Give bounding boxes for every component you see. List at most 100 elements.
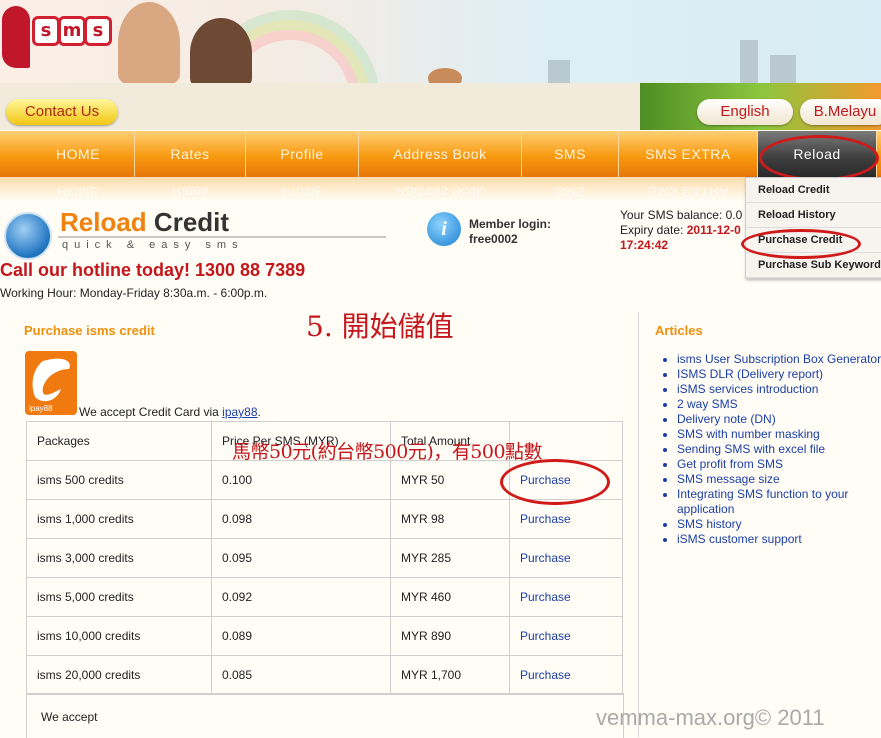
ipay-accept-text: We accept Credit Card via ipay88. — [79, 405, 261, 419]
nav-reflection-text: Profile — [282, 184, 322, 200]
nav-rates[interactable]: Rates — [135, 131, 246, 177]
package-cell: isms 10,000 credits — [26, 616, 212, 656]
reload-title-a: Reload — [60, 207, 147, 237]
annotation-step: 5. 開始儲值 — [306, 310, 454, 343]
purchase-heading: Purchase isms credit — [24, 323, 155, 338]
article-link[interactable]: Integrating SMS function to your applica… — [677, 487, 881, 517]
ipay88-logo: ipay88 — [25, 351, 77, 415]
nav-reflection-text: SMS — [554, 184, 586, 200]
total-cell: MYR 890 — [390, 616, 510, 656]
nav-reflection-text: HOME — [57, 184, 99, 200]
logo-letter: s — [32, 16, 60, 46]
article-link[interactable]: Sending SMS with excel file — [677, 442, 881, 457]
purchase-link[interactable]: Purchase — [509, 616, 623, 656]
nav-reflection-text: Rates — [171, 184, 209, 200]
purchase-link[interactable]: Purchase — [509, 499, 623, 539]
ipay88-logo-text: ipay88 — [29, 404, 53, 413]
building-decoration — [740, 40, 758, 84]
building-decoration — [770, 55, 796, 84]
annotation-circle-reload — [759, 135, 879, 181]
nav-sms[interactable]: SMS — [522, 131, 619, 177]
price-cell: 0.100 — [211, 460, 391, 500]
total-cell: MYR 285 — [390, 538, 510, 578]
site-header: s m s Contact Us English B.Melayu — [0, 0, 881, 130]
package-cell: isms 500 credits — [26, 460, 212, 500]
table-row: isms 3,000 credits 0.095 MYR 285 Purchas… — [26, 538, 623, 578]
menu-item-reload-credit[interactable]: Reload Credit — [746, 178, 881, 203]
contact-us-button[interactable]: Contact Us — [6, 99, 118, 125]
ipay-accept-label: We accept Credit Card via — [79, 405, 223, 419]
column-header: Packages — [26, 421, 212, 461]
total-cell: MYR 98 — [390, 499, 510, 539]
annotation-price-note: 馬幣50元(約台幣500元)，有500點數 — [232, 441, 543, 463]
package-cell: isms 5,000 credits — [26, 577, 212, 617]
nav-reflection-text: SMS EXTRA — [647, 184, 729, 200]
package-cell: isms 1,000 credits — [26, 499, 212, 539]
purchase-link[interactable]: Purchase — [509, 577, 623, 617]
articles-list: isms User Subscription Box Generator ISM… — [660, 352, 881, 547]
info-icon: i — [427, 212, 461, 246]
price-cell: 0.092 — [211, 577, 391, 617]
main-nav: HOME Rates Profile Address Book SMS SMS … — [0, 131, 881, 177]
sms-balance: Your SMS balance: 0.0 — [620, 208, 743, 222]
annotation-circle-purchase-credit — [741, 229, 861, 259]
menu-item-reload-history[interactable]: Reload History — [746, 203, 881, 228]
total-cell: MYR 460 — [390, 577, 510, 617]
article-link[interactable]: isms User Subscription Box Generator — [677, 352, 881, 367]
reload-refresh-icon — [4, 212, 52, 260]
purchase-link[interactable]: Purchase — [509, 538, 623, 578]
isms-logo[interactable]: s m s — [2, 6, 112, 68]
table-row: isms 10,000 credits 0.089 MYR 890 Purcha… — [26, 616, 623, 656]
annotation-circle-purchase — [500, 459, 610, 505]
building-decoration — [548, 60, 570, 84]
article-link[interactable]: Delivery note (DN) — [677, 412, 881, 427]
price-cell: 0.095 — [211, 538, 391, 578]
package-cell: isms 3,000 credits — [26, 538, 212, 578]
member-login-label: Member login: — [469, 217, 552, 231]
expiry-date: 2011-12-0 — [686, 223, 741, 237]
sms-balance-info: Your SMS balance: 0.0 Expiry date: 2011-… — [620, 208, 742, 253]
reload-title-b: Credit — [153, 207, 230, 237]
member-username: free0002 — [469, 232, 518, 246]
model-photo — [190, 18, 252, 88]
member-login-info: Member login: free0002 — [469, 217, 551, 247]
article-link[interactable]: 2 way SMS — [677, 397, 881, 412]
article-link[interactable]: SMS history — [677, 517, 881, 532]
ipay-accept-end: . — [257, 405, 261, 419]
article-link[interactable]: iSMS customer support — [677, 532, 881, 547]
nav-profile[interactable]: Profile — [246, 131, 359, 177]
reload-credit-title: Reload Credit — [60, 207, 229, 238]
expiry-time: 17:24:42 — [620, 238, 669, 252]
price-cell: 0.085 — [211, 655, 391, 695]
column-divider — [638, 312, 639, 737]
logo-letter: s — [84, 16, 112, 46]
article-link[interactable]: Get profit from SMS — [677, 457, 881, 472]
total-cell: MYR 1,700 — [390, 655, 510, 695]
nav-home[interactable]: HOME — [22, 131, 135, 177]
purchase-link[interactable]: Purchase — [509, 655, 623, 695]
article-link[interactable]: iSMS services introduction — [677, 382, 881, 397]
price-cell: 0.089 — [211, 616, 391, 656]
expiry-label: Expiry date: — [620, 223, 684, 237]
logo-letter: m — [58, 16, 86, 46]
reload-tagline: quick & easy sms — [62, 239, 244, 251]
language-english-button[interactable]: English — [697, 99, 793, 125]
language-malay-button[interactable]: B.Melayu — [800, 99, 881, 125]
logo-i-shape — [2, 6, 30, 68]
table-row: isms 1,000 credits 0.098 MYR 98 Purchase — [26, 499, 623, 539]
articles-heading: Articles — [655, 323, 703, 338]
article-link[interactable]: SMS with number masking — [677, 427, 881, 442]
reload-dropdown-menu: Reload Credit Reload History Purchase Cr… — [745, 177, 881, 279]
article-link[interactable]: SMS message size — [677, 472, 881, 487]
payment-methods-box — [26, 693, 624, 738]
ipay88-link[interactable]: ipay88 — [222, 405, 257, 419]
nav-reflection-text: Address Book — [396, 184, 484, 200]
working-hours: Working Hour: Monday-Friday 8:30a.m. - 6… — [0, 286, 268, 300]
we-accept-label: We accept — [41, 710, 98, 724]
table-row: isms 20,000 credits 0.085 MYR 1,700 Purc… — [26, 655, 623, 695]
watermark-text: vemma-max.org© 2011 — [596, 705, 825, 730]
nav-address-book[interactable]: Address Book — [359, 131, 522, 177]
article-link[interactable]: ISMS DLR (Delivery report) — [677, 367, 881, 382]
package-cell: isms 20,000 credits — [26, 655, 212, 695]
nav-sms-extra[interactable]: SMS EXTRA — [619, 131, 758, 177]
